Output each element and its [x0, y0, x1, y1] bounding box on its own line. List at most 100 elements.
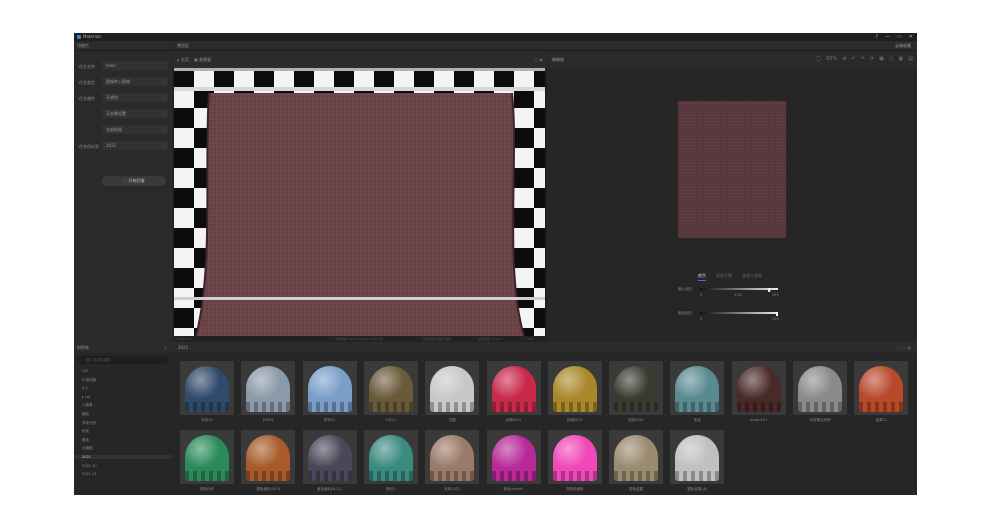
input-levels-label: 输入色阶 — [678, 287, 692, 291]
grid-icon[interactable]: ▦ — [899, 51, 904, 68]
library-title: 材质库 — [77, 345, 89, 350]
material-tile[interactable]: 针织15 — [180, 361, 234, 425]
material-tile[interactable]: 豹纹0001 — [609, 361, 664, 425]
tree-item[interactable]: X-测试版 — [82, 378, 96, 383]
breadcrumb-home[interactable]: 主页 — [181, 57, 189, 62]
undo-icon[interactable]: ↶ — [851, 51, 855, 68]
library-view-icons[interactable]: ◯ ▢ ▦ — [896, 342, 911, 353]
tree-item[interactable]: 2021 — [74, 455, 172, 459]
tree-item[interactable]: X-4 — [82, 386, 88, 390]
tree-item[interactable]: 格纹 — [82, 412, 89, 417]
window-controls: ? — ▭ ✕ — [875, 33, 913, 41]
settings-icon[interactable]: ▤ — [908, 51, 913, 68]
export-icon[interactable]: ▢ — [889, 51, 894, 68]
material-tile[interactable]: 布纹 — [670, 361, 725, 425]
tree-item[interactable]: ▸ cut — [82, 395, 90, 399]
cloud-save-button[interactable]: 云端收藏 — [895, 41, 911, 51]
material-name: P0091 — [262, 418, 274, 422]
maximize-icon[interactable]: ▭ — [897, 33, 902, 41]
tab-enhance[interactable]: 增强与减弱 — [742, 273, 762, 281]
tree-item[interactable]: 2021-10 — [82, 464, 97, 468]
minimize-icon[interactable]: — — [885, 33, 890, 41]
material-tile[interactable]: 拼布01 — [302, 361, 357, 425]
material-tile[interactable]: 橘色面料(OF-8 — [241, 430, 296, 494]
help-icon[interactable]: ? — [875, 33, 878, 41]
zoom-level[interactable]: 60% — [826, 51, 837, 68]
board-icon: ▦ — [194, 57, 198, 62]
swatch-graphic — [678, 101, 786, 238]
tree-item[interactable]: 布纹 — [82, 429, 89, 434]
material-tile[interactable]: 绿色针织 — [180, 430, 234, 494]
input-levels-track[interactable] — [700, 288, 780, 292]
slider-handle[interactable] — [776, 312, 778, 316]
maps-value: 全部贴图 — [106, 127, 122, 132]
fit-icon[interactable]: ◯ — [816, 51, 822, 68]
library-header: 材质库 ⊟ 2021 ◯ ▢ ▦ — [74, 342, 917, 353]
task-type-select[interactable]: 图像转入图像 ⌄ — [102, 77, 168, 86]
material-tile[interactable]: brown101 — [731, 361, 786, 425]
output-tick-min: 0 — [700, 317, 703, 321]
zoom-in-icon[interactable]: ⊕ — [842, 51, 846, 68]
save-to-select[interactable]: 2021 ⌄ — [102, 141, 168, 150]
breadcrumb-board[interactable]: 贴图板 — [199, 57, 211, 62]
close-icon[interactable]: ✕ — [909, 33, 913, 41]
output-levels-slider: 输出色阶 0 255 — [678, 311, 779, 321]
lock-icon[interactable]: ▣ — [879, 51, 884, 68]
tree-item[interactable]: 羊毛针织 — [82, 421, 96, 426]
material-tile[interactable]: 紫色velvet1 — [486, 430, 541, 494]
material-thumbnail — [486, 430, 541, 484]
material-name: 豹纹0001 — [628, 418, 645, 422]
tab-height-balance[interactable]: 高度平衡 — [716, 273, 732, 281]
tree-item[interactable]: CJH — [82, 369, 88, 373]
material-tile[interactable]: 13221 — [363, 361, 418, 425]
material-name: 银色金属(大) — [687, 487, 708, 491]
input-tick-mid: 1.00 — [734, 293, 742, 297]
material-thumbnail — [363, 430, 418, 484]
material-tile[interactable]: 紫色面料(N-3-2 — [302, 430, 357, 494]
viewport-options-icon[interactable]: ▢ ▣ — [534, 51, 543, 68]
maps-select[interactable]: 全部贴图 ⌄ — [102, 125, 168, 134]
material-thumbnail — [609, 430, 664, 484]
home-icon[interactable]: ⌂ — [177, 57, 180, 62]
task-name-value: hello — [106, 63, 116, 68]
material-tile[interactable]: 亮粉色面料 — [547, 430, 602, 494]
app-window: Materials ? — ▭ ✕ 功能栏 预览区 云端收藏 任务名称 hell… — [74, 33, 917, 495]
task-attr-select[interactable]: 不透明 ⌄ — [102, 93, 168, 102]
material-tile[interactable]: 皮革12 — [854, 361, 909, 425]
rotate-icon[interactable]: ⟳ — [870, 51, 874, 68]
tab-color[interactable]: 颜色 — [698, 273, 706, 281]
material-tile[interactable]: 银色金属 — [609, 430, 664, 494]
metal-select[interactable]: 无金属设置 ⌄ — [102, 109, 168, 118]
slider-handle[interactable] — [768, 288, 771, 292]
3d-viewport[interactable]: ⌂ 主页 ▦ 贴图板 ▢ ▣ 9:48 T 0 F 当前材质: 2021-09(… — [173, 51, 547, 342]
library-search-input[interactable]: ⌕ 输入关键字搜索 — [78, 356, 168, 364]
redo-icon[interactable]: ↷ — [861, 51, 865, 68]
material-tile[interactable]: 条纹1 — [363, 430, 418, 494]
material-tile[interactable]: 白绸 — [425, 361, 480, 425]
library-collapse-icon[interactable]: ⊟ — [164, 342, 167, 353]
tree-item[interactable]: 素色 — [82, 438, 89, 443]
chevron-down-icon: ⌄ — [161, 95, 165, 100]
material-tile[interactable]: 丝绸0022 — [547, 361, 602, 425]
material-tile[interactable]: P0091 — [241, 361, 296, 425]
material-tile[interactable]: 灰色蕾丝织物 — [793, 361, 847, 425]
task-type-label: 任务类型 — [79, 80, 95, 85]
material-tile[interactable]: 毛料2022 — [425, 430, 480, 494]
start-scan-button[interactable]: ▢ 开始扫描 — [102, 176, 166, 186]
material-thumbnail — [241, 361, 296, 415]
task-name-input[interactable]: hello — [102, 61, 168, 70]
output-levels-track[interactable] — [700, 312, 780, 316]
tree-item[interactable]: 2021-11 — [82, 472, 97, 476]
material-thumbnail — [363, 361, 418, 415]
material-tile[interactable]: 银色金属(大) — [670, 430, 725, 494]
material-name: 丝绸0022 — [566, 418, 583, 422]
material-tile[interactable]: 丝绸0012 — [486, 361, 541, 425]
task-type-value: 图像转入图像 — [106, 79, 130, 84]
tree-item[interactable]: 人造革 — [82, 403, 93, 408]
drape-sphere — [246, 435, 291, 481]
material-thumbnail — [302, 361, 357, 415]
app-title: Materials — [83, 34, 102, 39]
drape-sphere — [368, 435, 413, 481]
tree-item[interactable]: 沙滩面 — [82, 446, 93, 451]
drape-sphere — [185, 435, 229, 481]
